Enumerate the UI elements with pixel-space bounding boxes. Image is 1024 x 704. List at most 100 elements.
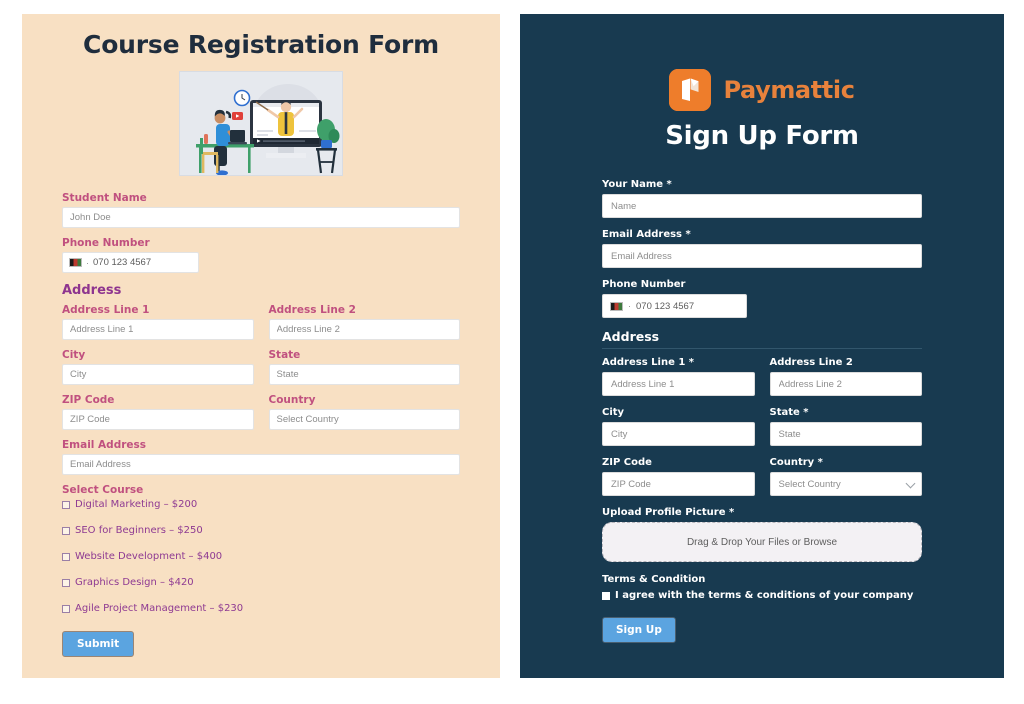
field-address-line-2: Address Line 2: [268, 304, 460, 340]
course-form-fields: Student Name Phone Number · 070 123 4567…: [22, 192, 500, 657]
course-option[interactable]: Graphics Design – $420: [62, 577, 460, 588]
signup-button[interactable]: Sign Up: [602, 617, 676, 643]
city-input[interactable]: [62, 364, 254, 385]
field-signup-zip-code: ZIP Code: [602, 457, 755, 496]
course-option[interactable]: Agile Project Management – $230: [62, 603, 460, 614]
city-state-row: City State: [62, 349, 460, 394]
label-student-name: Student Name: [62, 192, 147, 204]
paymattic-logo-icon: [669, 69, 712, 111]
address-line-2-input[interactable]: [268, 319, 460, 340]
zip-country-row: ZIP Code Country: [62, 394, 460, 439]
course-checkbox[interactable]: [62, 604, 70, 613]
field-your-name: Your Name *: [602, 179, 922, 218]
signup-phone-value: 070 123 4567: [636, 300, 695, 312]
paymattic-signup-panel: Paymattic Sign Up Form Your Name * Email…: [520, 14, 1004, 678]
address-line-1-input[interactable]: [62, 319, 254, 340]
signup-state-input[interactable]: [769, 422, 922, 446]
field-country: Country: [268, 394, 460, 430]
label-city: City: [62, 349, 86, 361]
screenshot-root: Course Registration Form Student Name Jo…: [0, 0, 1024, 704]
signup-zip-code-input[interactable]: [602, 472, 755, 496]
course-option-label: Agile Project Management – $230: [75, 603, 244, 614]
label-state: State: [268, 349, 301, 361]
address-lines-row: Address Line 1 Address Line 2: [62, 304, 460, 349]
course-checkbox[interactable]: [62, 578, 70, 587]
label-upload-profile-picture: Upload Profile Picture *: [602, 507, 735, 518]
signup-address-line-2-input[interactable]: [769, 372, 922, 396]
label-signup-phone: Phone Number: [602, 279, 686, 290]
submit-button[interactable]: Submit: [62, 631, 135, 657]
field-phone-number: Phone Number · 070 123 4567: [62, 237, 460, 273]
course-option-label: Digital Marketing – $200: [75, 499, 198, 510]
field-signup-city: City: [602, 407, 755, 446]
signup-email-input[interactable]: [602, 244, 922, 268]
country-select[interactable]: [268, 409, 460, 430]
signup-city-input[interactable]: [602, 422, 755, 446]
signup-city-state-row: City State *: [602, 407, 922, 457]
field-upload-profile-picture: Upload Profile Picture * Drag & Drop You…: [602, 507, 922, 562]
signup-form-fields: Your Name * Email Address * Phone Number…: [520, 179, 1004, 643]
label-country: Country: [268, 394, 316, 406]
zip-code-input[interactable]: [62, 409, 254, 430]
signup-phone-input[interactable]: · 070 123 4567: [602, 294, 747, 318]
afghanistan-flag-icon: [610, 301, 623, 311]
label-your-name: Your Name *: [602, 179, 672, 190]
field-email-address: Email Address: [62, 439, 460, 475]
course-option[interactable]: Digital Marketing – $200: [62, 499, 460, 510]
field-student-name: Student Name: [62, 192, 460, 228]
signup-address-lines-row: Address Line 1 * Address Line 2: [602, 357, 922, 407]
brand-row: Paymattic: [520, 69, 1004, 111]
field-signup-email: Email Address *: [602, 229, 922, 268]
terms-heading: Terms & Condition: [602, 574, 706, 585]
phone-separator: ·: [86, 257, 89, 268]
terms-checkbox[interactable]: [602, 591, 610, 600]
label-phone-number: Phone Number: [62, 237, 150, 249]
signup-zip-country-row: ZIP Code Country *: [602, 457, 922, 507]
file-dropzone[interactable]: Drag & Drop Your Files or Browse: [602, 522, 922, 562]
dropzone-text: Drag & Drop Your Files or Browse: [686, 536, 838, 548]
field-signup-state: State *: [769, 407, 922, 446]
course-checkbox[interactable]: [62, 500, 70, 509]
phone-number-input[interactable]: · 070 123 4567: [62, 252, 199, 273]
signup-phone-separator: ·: [628, 301, 631, 311]
field-address-line-1: Address Line 1: [62, 304, 254, 340]
email-address-input[interactable]: [62, 454, 460, 475]
field-zip-code: ZIP Code: [62, 394, 254, 430]
afghanistan-flag-icon: [69, 258, 82, 267]
elearning-illustration-icon: [179, 71, 343, 176]
course-registration-panel: Course Registration Form Student Name Jo…: [22, 14, 500, 678]
field-signup-phone: Phone Number · 070 123 4567: [602, 279, 922, 318]
field-signup-address-line-2: Address Line 2: [769, 357, 922, 396]
address-section-heading: Address: [62, 283, 122, 298]
field-city: City: [62, 349, 254, 385]
label-address-line-1: Address Line 1: [62, 304, 150, 316]
signup-country-select-wrap: [769, 472, 922, 496]
field-signup-address-line-1: Address Line 1 *: [602, 357, 755, 396]
label-signup-zip-code: ZIP Code: [602, 457, 652, 468]
your-name-input[interactable]: [602, 194, 922, 218]
course-checkbox[interactable]: [62, 552, 70, 561]
field-signup-country: Country *: [769, 457, 922, 496]
course-option[interactable]: SEO for Beginners – $250: [62, 525, 460, 536]
course-option-label: SEO for Beginners – $250: [75, 525, 203, 536]
label-signup-email: Email Address *: [602, 229, 691, 240]
brand-name: Paymattic: [723, 76, 855, 104]
course-option-label: Website Development – $400: [75, 551, 223, 562]
label-signup-state: State *: [769, 407, 809, 418]
label-signup-city: City: [602, 407, 625, 418]
course-checkbox[interactable]: [62, 526, 70, 535]
signup-country-select[interactable]: [769, 472, 922, 496]
signup-address-line-1-input[interactable]: [602, 372, 755, 396]
student-name-input[interactable]: [62, 207, 460, 228]
hero-image-wrap: [22, 71, 500, 176]
label-zip-code: ZIP Code: [62, 394, 115, 406]
label-address-line-2: Address Line 2: [268, 304, 356, 316]
course-form-title: Course Registration Form: [83, 30, 439, 59]
label-email-address: Email Address: [62, 439, 147, 451]
state-input[interactable]: [268, 364, 460, 385]
field-state: State: [268, 349, 460, 385]
course-option[interactable]: Website Development – $400: [62, 551, 460, 562]
course-checkbox-list: Digital Marketing – $200 SEO for Beginner…: [62, 499, 460, 614]
terms-agree-row[interactable]: I agree with the terms & conditions of y…: [602, 590, 922, 601]
phone-number-value: 070 123 4567: [93, 257, 152, 268]
